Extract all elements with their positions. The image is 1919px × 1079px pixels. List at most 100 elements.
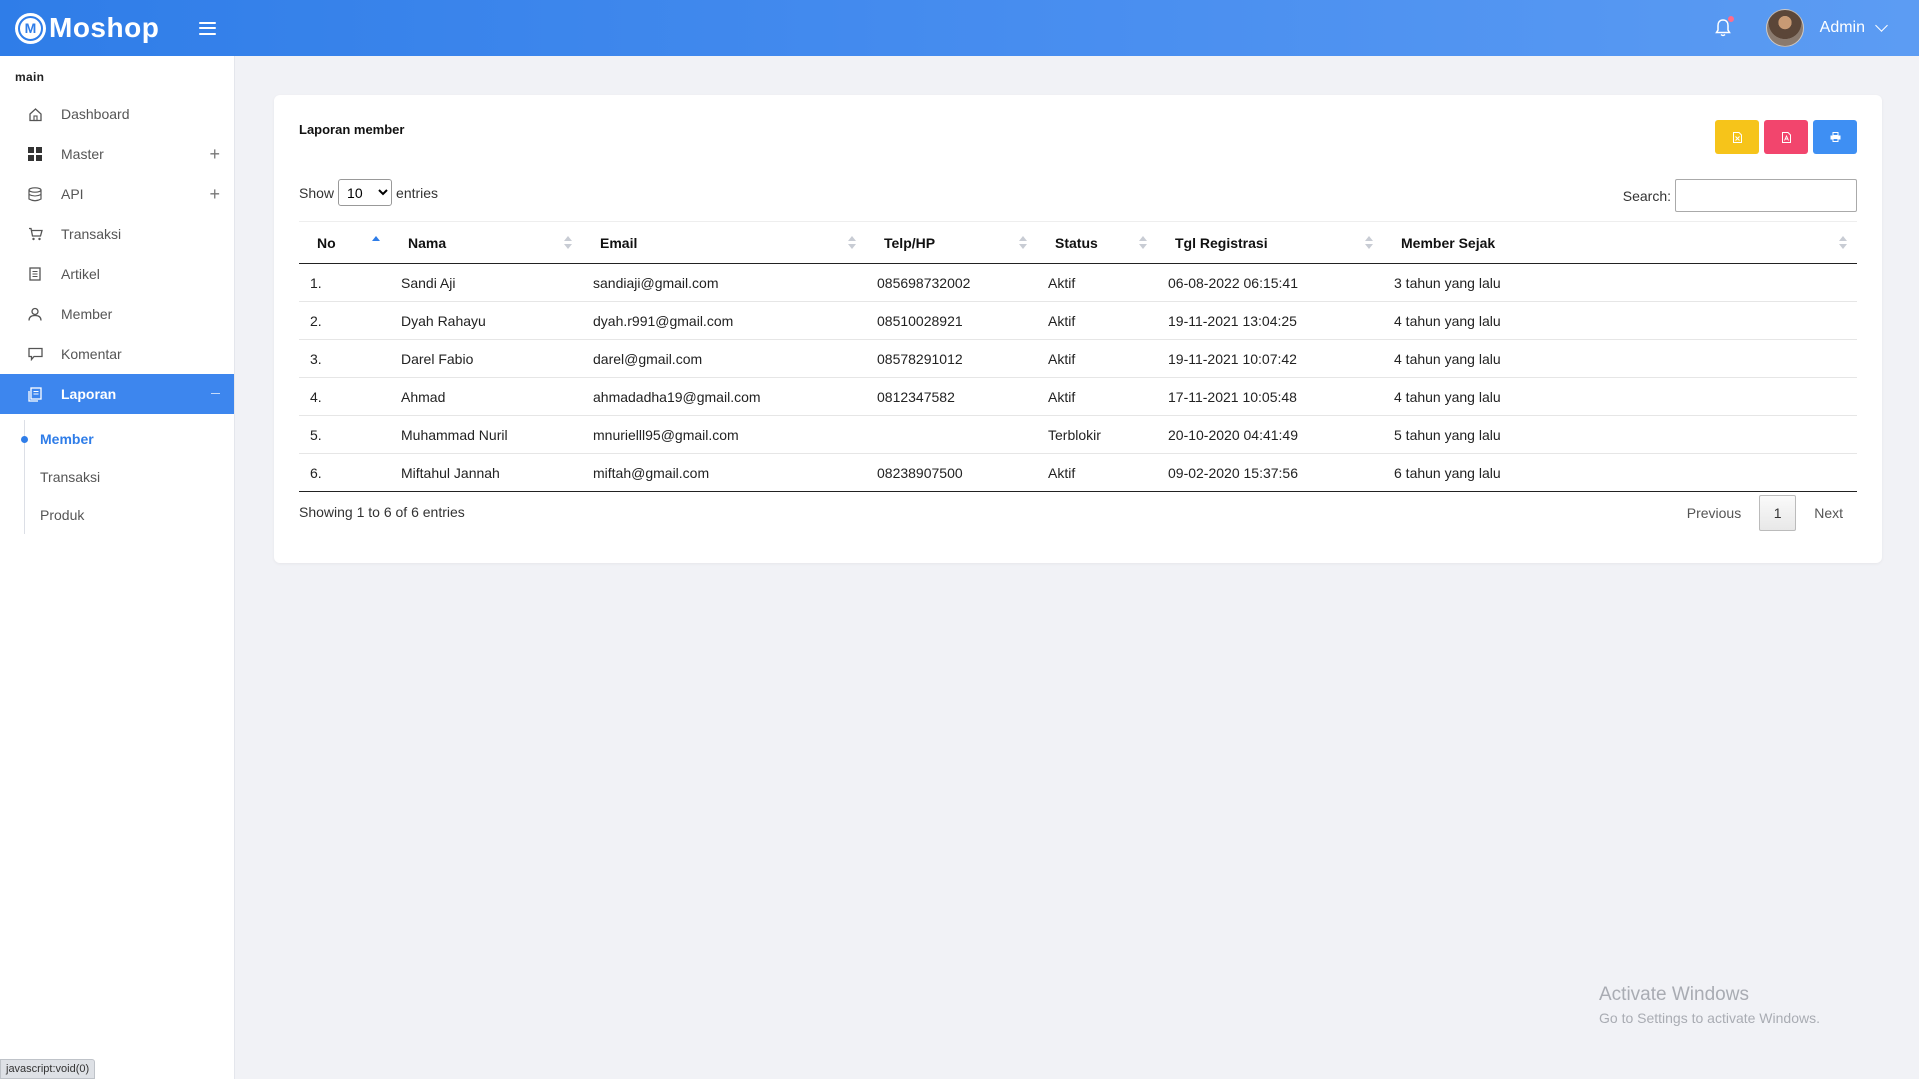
table-cell-no: 3. (299, 339, 390, 378)
submenu-item-member[interactable]: Member (21, 420, 234, 458)
column-header-telp[interactable]: Telp/HP (866, 221, 1037, 264)
sidebar-item-komentar[interactable]: Komentar (0, 334, 234, 374)
table-cell-nama: Ahmad (390, 377, 582, 416)
column-header-status[interactable]: Status (1037, 221, 1157, 264)
sidebar-item-api[interactable]: API + (0, 174, 234, 214)
table-cell-nama: Muhammad Nuril (390, 415, 582, 454)
table-cell-tgl-registrasi: 20-10-2020 04:41:49 (1157, 415, 1383, 454)
sidebar-item-master[interactable]: Master + (0, 134, 234, 174)
column-header-label: Tgl Registrasi (1175, 234, 1268, 251)
sidebar-item-label: Artikel (61, 266, 100, 282)
brand[interactable]: M Moshop (15, 12, 159, 44)
report-icon (27, 386, 43, 402)
sidebar-item-label: Transaksi (61, 226, 122, 242)
sidebar-item-laporan[interactable]: Laporan (0, 374, 234, 414)
sort-icon (1839, 236, 1847, 250)
export-pdf-button[interactable] (1764, 120, 1808, 154)
sidebar-section-title: main (15, 70, 45, 84)
table-cell-email: miftah@gmail.com (582, 453, 866, 492)
table-row: 6. Miftahul Jannah miftah@gmail.com 0823890… (299, 453, 1857, 492)
user-name[interactable]: Admin (1820, 19, 1865, 37)
table-cell-no: 4. (299, 377, 390, 416)
brand-logo-icon: M (15, 12, 46, 44)
expand-plus-icon[interactable]: + (209, 144, 220, 165)
sort-icon (1365, 236, 1373, 250)
table-cell-member-sejak: 4 tahun yang lalu (1383, 339, 1857, 378)
export-excel-button[interactable] (1715, 120, 1759, 154)
table-body: 1. Sandi Aji sandiaji@gmail.com 08569873200… (299, 263, 1857, 492)
column-header-label: Status (1055, 234, 1098, 251)
table-cell-status: Aktif (1037, 263, 1157, 302)
sidebar-item-transaksi[interactable]: Transaksi (0, 214, 234, 254)
sort-ascending-icon (372, 236, 380, 250)
table-cell-member-sejak: 5 tahun yang lalu (1383, 415, 1857, 454)
table-cell-telp (866, 415, 1037, 454)
column-header-label: Email (600, 234, 638, 251)
column-header-label: Nama (408, 234, 447, 251)
sidebar-item-label: Laporan (61, 386, 117, 402)
table-row: 5. Muhammad Nuril mnurielll95@gmail.com Ter… (299, 415, 1857, 454)
page-1-button[interactable]: 1 (1759, 495, 1797, 531)
expand-plus-icon[interactable]: + (209, 184, 220, 205)
table-cell-no: 1. (299, 263, 390, 302)
column-header-member-sejak[interactable]: Member Sejak (1383, 221, 1857, 264)
page-title: Laporan member (299, 122, 405, 137)
database-icon (27, 186, 43, 202)
search-label: Search: (1622, 187, 1671, 204)
submenu-item-transaksi[interactable]: Transaksi (25, 458, 234, 496)
submenu-item-produk[interactable]: Produk (25, 496, 234, 534)
table-cell-member-sejak: 6 tahun yang lalu (1383, 453, 1857, 492)
table-cell-status: Aktif (1037, 339, 1157, 378)
notification-bell-icon[interactable] (1714, 16, 1734, 38)
table-cell-email: dyah.r991@gmail.com (582, 301, 866, 340)
brand-name: Moshop (49, 12, 160, 43)
browser-status-url: javascript:void(0) (0, 1059, 96, 1079)
sidebar-item-member[interactable]: Member (0, 294, 234, 334)
table-cell-email: sandiaji@gmail.com (582, 263, 866, 302)
search-input[interactable] (1675, 179, 1857, 212)
column-header-email[interactable]: Email (582, 221, 866, 264)
column-header-tgl-registrasi[interactable]: Tgl Registrasi (1157, 221, 1383, 264)
table-cell-nama: Darel Fabio (390, 339, 582, 378)
table-cell-nama: Sandi Aji (390, 263, 582, 302)
table-cell-no: 5. (299, 415, 390, 454)
print-icon (1830, 132, 1840, 142)
export-buttons (1715, 120, 1857, 154)
print-button[interactable] (1813, 120, 1857, 154)
sidebar-item-artikel[interactable]: Artikel (0, 254, 234, 294)
table-cell-telp: 08578291012 (866, 339, 1037, 378)
avatar[interactable] (1765, 9, 1804, 47)
table-cell-telp: 085698732002 (866, 263, 1037, 302)
previous-button[interactable]: Previous (1673, 495, 1755, 531)
sidebar-item-dashboard[interactable]: Dashboard (0, 94, 234, 134)
table-cell-telp: 08510028921 (866, 301, 1037, 340)
entries-length-control: Show 102550100 entries (299, 179, 438, 206)
menu-toggle-icon[interactable] (199, 21, 217, 35)
search-control: Search: (1623, 179, 1857, 212)
grid-icon (27, 146, 43, 162)
table-cell-tgl-registrasi: 17-11-2021 10:05:48 (1157, 377, 1383, 416)
length-suffix: entries (396, 184, 439, 201)
sidebar-item-label: API (61, 186, 84, 202)
windows-activation-watermark: Activate Windows Go to Settings to activ… (1599, 984, 1820, 1026)
column-header-nama[interactable]: Nama (390, 221, 582, 264)
column-header-no[interactable]: No (299, 221, 390, 264)
table-cell-no: 2. (299, 301, 390, 340)
table-header-row: No Nama Email Telp/HP Status Tgl Registrasi Me… (299, 221, 1857, 264)
column-header-label: Telp/HP (884, 234, 936, 251)
table-cell-tgl-registrasi: 19-11-2021 13:04:25 (1157, 301, 1383, 340)
next-button[interactable]: Next (1800, 495, 1857, 531)
table-cell-member-sejak: 4 tahun yang lalu (1383, 377, 1857, 416)
table-cell-email: darel@gmail.com (582, 339, 866, 378)
watermark-line-1: Activate Windows (1599, 984, 1749, 1005)
table-cell-member-sejak: 3 tahun yang lalu (1383, 263, 1857, 302)
notification-dot (1727, 16, 1734, 22)
table-row: 3. Darel Fabio darel@gmail.com 08578291012 A… (299, 339, 1857, 378)
table-cell-telp: 08238907500 (866, 453, 1037, 492)
table-info: Showing 1 to 6 of 6 entries (299, 504, 465, 520)
entries-select[interactable]: 102550100 (338, 179, 393, 206)
chevron-down-icon[interactable] (1875, 19, 1888, 32)
table-cell-tgl-registrasi: 19-11-2021 10:07:42 (1157, 339, 1383, 378)
collapse-minus-icon[interactable] (211, 393, 220, 394)
table-row: 2. Dyah Rahayu dyah.r991@gmail.com 08510028… (299, 301, 1857, 340)
